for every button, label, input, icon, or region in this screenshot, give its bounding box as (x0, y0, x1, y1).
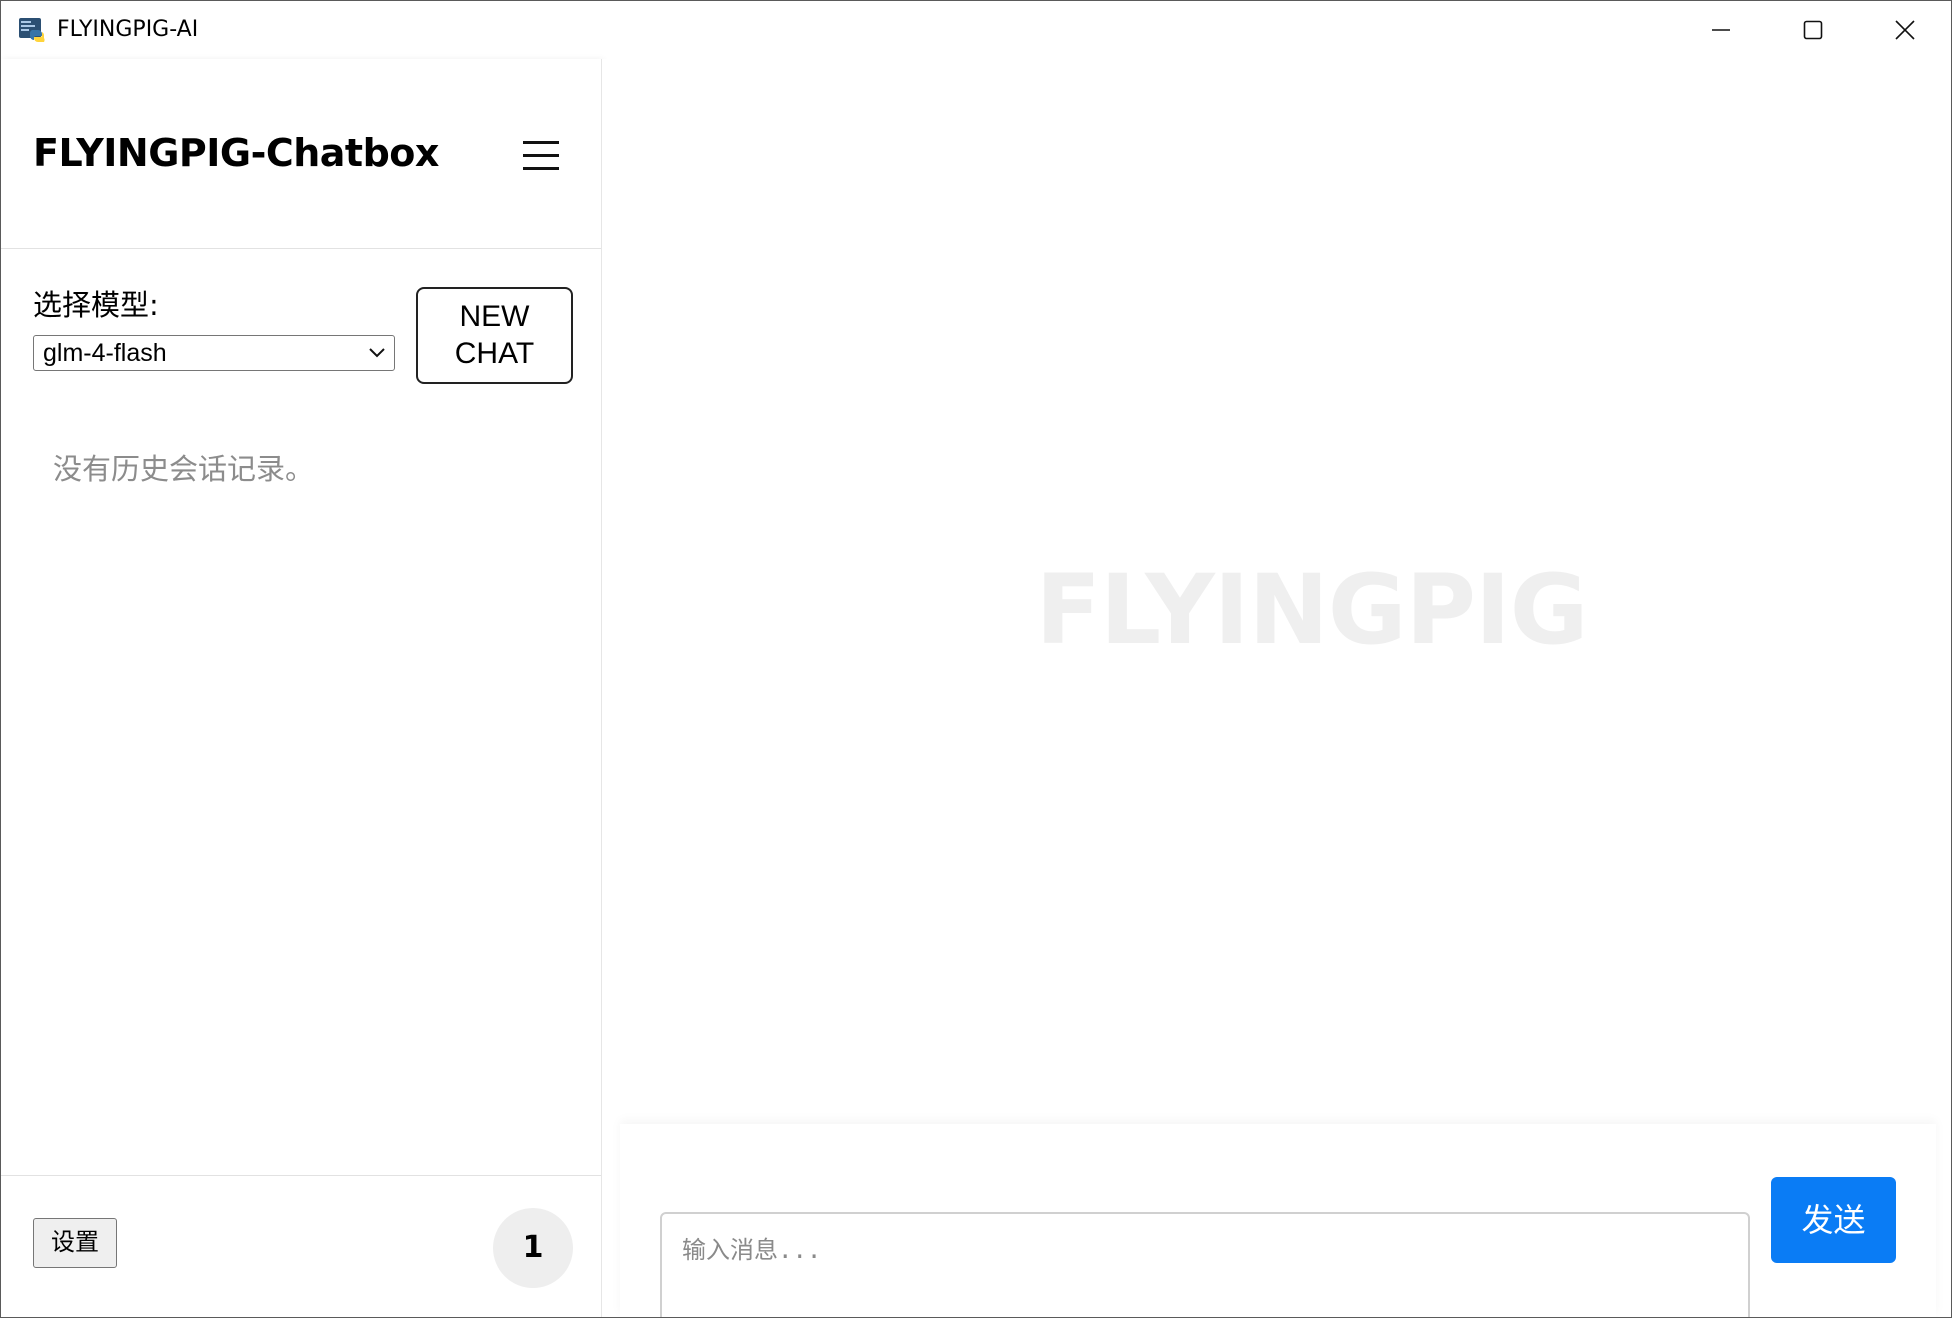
python-icon (19, 18, 45, 42)
settings-button[interactable]: 设置 (33, 1218, 117, 1268)
model-select[interactable]: glm-4-flash (33, 335, 395, 371)
sidebar-header: FLYINGPIG-Chatbox (1, 59, 601, 249)
window-title: FLYINGPIG-AI (57, 17, 199, 42)
input-area (620, 1124, 1936, 1317)
chevron-down-icon (369, 348, 385, 358)
message-input[interactable] (660, 1212, 1750, 1317)
maximize-button[interactable] (1767, 1, 1859, 59)
model-label: 选择模型: (33, 288, 159, 322)
watermark-logo: FLYINGPIG (1035, 554, 1588, 666)
sidebar: FLYINGPIG-Chatbox 选择模型: glm-4-flash NEW … (1, 59, 602, 1317)
menu-line (523, 167, 559, 170)
counter-badge[interactable]: 1 (493, 1208, 573, 1288)
new-chat-label-line2: CHAT (454, 337, 535, 370)
maximize-icon (1803, 20, 1823, 40)
history-empty-message: 没有历史会话记录。 (53, 452, 315, 486)
new-chat-label-line1: NEW (459, 300, 530, 333)
app-window: FLYINGPIG-AI FLYINGPIG-Chatbox 选择模型: glm… (0, 0, 1952, 1318)
app-name: FLYINGPIG-Chatbox (33, 131, 439, 175)
close-icon (1895, 20, 1915, 40)
chat-main: FLYINGPIG 发送 (602, 59, 1951, 1317)
close-button[interactable] (1859, 1, 1951, 59)
sidebar-footer: 设置 1 (1, 1175, 601, 1317)
menu-line (523, 154, 559, 157)
hamburger-menu-icon[interactable] (513, 131, 569, 181)
minimize-icon (1712, 29, 1730, 31)
send-button[interactable]: 发送 (1771, 1177, 1896, 1263)
new-chat-button[interactable]: NEW CHAT (416, 287, 573, 384)
title-bar: FLYINGPIG-AI (1, 1, 1951, 59)
menu-line (523, 141, 559, 144)
minimize-button[interactable] (1675, 1, 1767, 59)
model-select-value: glm-4-flash (43, 339, 167, 367)
